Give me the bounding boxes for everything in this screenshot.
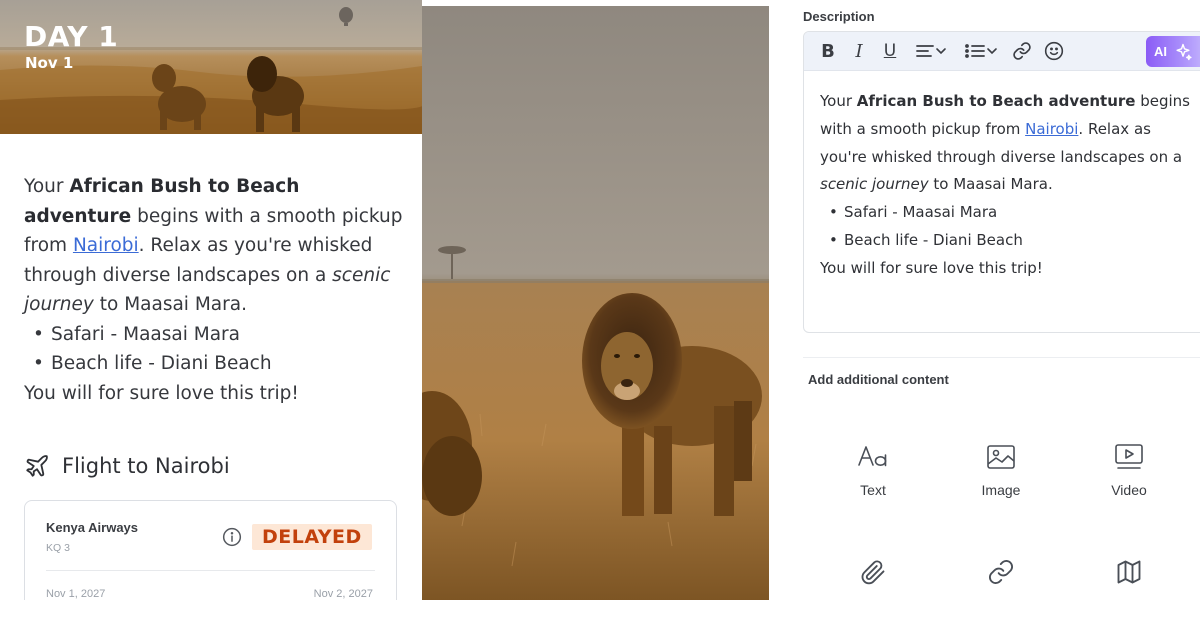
ai-label: AI: [1154, 44, 1167, 59]
underline-button[interactable]: U: [881, 40, 899, 62]
align-dropdown[interactable]: [912, 40, 950, 62]
arrival-date: Nov 2, 2027: [313, 588, 373, 600]
info-icon[interactable]: [222, 527, 242, 547]
flight-card[interactable]: Kenya Airways KQ 3 DELAYED Nov 1, 2027 N…: [24, 500, 397, 600]
closing-line: You will for sure love this trip!: [24, 382, 299, 404]
nairobi-link[interactable]: Nairobi: [1025, 120, 1078, 138]
add-video-tile[interactable]: Video: [1084, 440, 1174, 510]
closing-line: You will for sure love this trip!: [820, 258, 1043, 277]
link-icon: [1013, 42, 1031, 60]
link-icon: [988, 559, 1014, 585]
emoji-button[interactable]: [1043, 40, 1065, 62]
flight-number: KQ 3: [46, 542, 70, 554]
list-item: Beach life - Diani Beach: [24, 349, 404, 379]
align-left-icon: [916, 45, 934, 57]
section-divider: [803, 357, 1200, 358]
flight-section-header: Flight to Nairobi: [24, 450, 230, 482]
image-icon: [987, 445, 1015, 469]
map-icon: [1117, 560, 1141, 584]
description-editor[interactable]: B I U AI Your African Bush to Beach adve…: [803, 31, 1200, 333]
lion-photo: [422, 6, 769, 600]
add-image-tile[interactable]: Image: [956, 440, 1046, 510]
nairobi-link[interactable]: Nairobi: [73, 235, 139, 256]
list-dropdown[interactable]: [961, 40, 1001, 62]
formatting-toolbar: B I U AI: [804, 32, 1200, 71]
chevron-down-icon: [987, 48, 997, 55]
editor-panel: Description B I U AI Your African Bush t…: [769, 0, 1200, 600]
tile-label: Text: [860, 482, 886, 498]
bold-button[interactable]: B: [819, 40, 837, 62]
italic-button[interactable]: I: [850, 40, 868, 62]
tile-label: Image: [981, 482, 1021, 498]
card-divider: [46, 570, 375, 571]
intro-prefix: Your: [24, 176, 70, 197]
day-title: DAY 1: [24, 20, 119, 53]
day-description: Your African Bush to Beach adventure beg…: [24, 172, 404, 408]
sparkle-icon: [1176, 43, 1192, 60]
day-hero-banner: DAY 1 Nov 1: [0, 0, 422, 134]
editor-content[interactable]: Your African Bush to Beach adventure beg…: [820, 88, 1200, 283]
intro-end: to Maasai Mara.: [928, 175, 1053, 194]
add-attachment-tile[interactable]: [828, 555, 918, 625]
video-icon: [1115, 444, 1143, 469]
intro-italic: scenic journey: [820, 175, 929, 194]
airplane-icon: [26, 455, 48, 477]
paperclip-icon: [861, 560, 885, 585]
description-label: Description: [803, 9, 875, 24]
highlights-list: Safari - Maasai Mara Beach life - Diani …: [24, 320, 404, 379]
add-text-tile[interactable]: Text: [828, 440, 918, 510]
bullet-list-icon: [965, 44, 985, 58]
smiley-icon: [1044, 41, 1064, 61]
chevron-down-icon: [936, 48, 946, 55]
list-item: Beach life - Diani Beach: [820, 227, 1200, 255]
ai-assist-button[interactable]: AI: [1146, 36, 1200, 67]
list-item: Safari - Maasai Mara: [820, 199, 1200, 227]
flight-section-title: Flight to Nairobi: [62, 454, 230, 478]
highlights-list: Safari - Maasai Mara Beach life - Diani …: [820, 199, 1200, 255]
departure-date: Nov 1, 2027: [46, 588, 106, 600]
add-map-tile[interactable]: [1084, 555, 1174, 625]
intro-bold: African Bush to Beach adventure: [856, 92, 1136, 110]
status-badge: DELAYED: [252, 524, 372, 550]
intro-end: to Maasai Mara.: [93, 294, 247, 315]
airline-name: Kenya Airways: [46, 520, 139, 535]
day-date: Nov 1: [25, 54, 74, 72]
itinerary-preview: DAY 1 Nov 1 Your African Bush to Beach a…: [0, 0, 422, 600]
tile-label: Video: [1111, 482, 1147, 498]
text-type-icon: [858, 446, 887, 467]
lion-photo-panel: [422, 0, 769, 600]
intro-prefix: Your: [820, 92, 857, 110]
link-button[interactable]: [1011, 40, 1033, 62]
list-item: Safari - Maasai Mara: [24, 320, 404, 350]
add-link-tile[interactable]: [956, 555, 1046, 625]
add-content-label: Add additional content: [808, 372, 949, 387]
